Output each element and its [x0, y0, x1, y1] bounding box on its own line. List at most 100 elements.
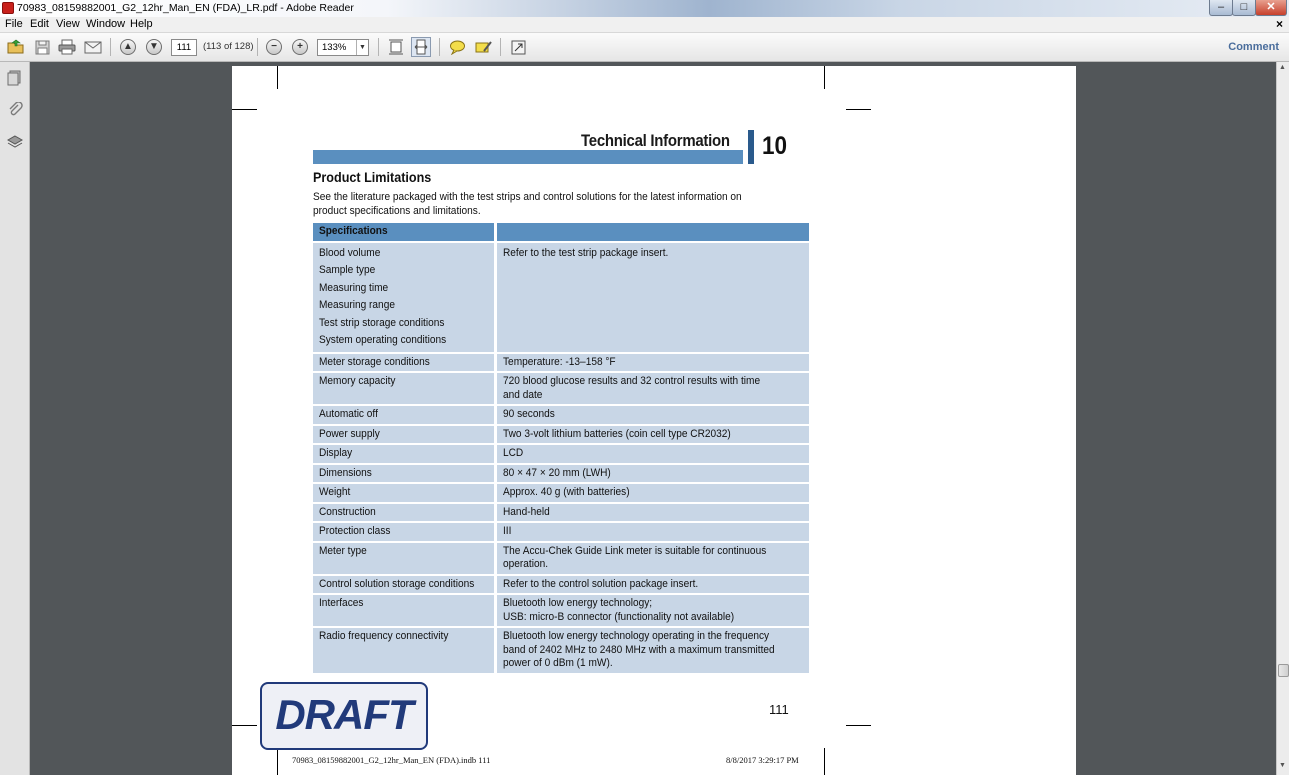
table-row: Construction Hand-held — [313, 503, 809, 521]
toolbar-separator — [500, 38, 501, 56]
printer-icon — [58, 39, 76, 55]
minimize-button[interactable]: – — [1209, 0, 1233, 16]
crop-mark — [824, 66, 825, 89]
email-button[interactable] — [83, 37, 103, 57]
spec-value: 80 × 47 × 20 mm (LWH) — [496, 464, 809, 482]
menu-file[interactable]: File — [5, 18, 23, 30]
table-row: Protection class III — [313, 523, 809, 541]
table-row: Power supply Two 3-volt lithium batterie… — [313, 425, 809, 443]
table-row: Automatic off 90 seconds — [313, 406, 809, 424]
attachments-icon[interactable] — [7, 102, 23, 118]
chevron-down-icon[interactable]: ▼ — [356, 40, 368, 55]
draft-stamp: DRAFT — [260, 682, 428, 750]
spec-label: Interfaces — [313, 595, 497, 626]
spec-value: Hand-held — [496, 503, 809, 521]
open-folder-icon — [7, 39, 24, 54]
speech-bubble-icon — [449, 40, 465, 55]
menu-window[interactable]: Window — [86, 18, 125, 30]
document-close-button[interactable]: × — [1276, 17, 1283, 31]
spec-label: Protection class — [313, 523, 497, 541]
toolbar-separator — [439, 38, 440, 56]
crop-mark — [232, 109, 257, 110]
open-button[interactable] — [6, 37, 26, 57]
arrow-down-icon: ▼ — [146, 39, 162, 55]
layers-icon[interactable] — [7, 134, 23, 150]
page-number: 111 — [769, 702, 789, 717]
table-header-cell: Specifications — [313, 223, 497, 241]
zoom-value: 133% — [322, 42, 347, 53]
spec-label: Meter type — [313, 542, 497, 574]
arrow-up-icon: ▲ — [120, 39, 136, 55]
next-page-button[interactable]: ▼ — [144, 37, 164, 57]
spec-value: Refer to the test strip package insert. — [496, 242, 809, 352]
fit-page-button[interactable] — [386, 37, 406, 57]
zoom-in-button[interactable]: + — [290, 37, 310, 57]
menu-edit[interactable]: Edit — [30, 18, 49, 30]
spec-value: 90 seconds — [496, 406, 809, 424]
menu-bar: File Edit View Window Help × — [0, 17, 1289, 33]
zoom-select[interactable]: 133% ▼ — [317, 39, 369, 56]
maximize-button[interactable]: □ — [1232, 0, 1256, 16]
spec-label: Control solution storage conditions — [313, 575, 497, 593]
plus-icon: + — [292, 39, 308, 55]
page-thumbnails-icon[interactable] — [7, 70, 23, 86]
spec-label: Radio frequency connectivity — [313, 628, 497, 673]
scroll-down-icon[interactable]: ▼ — [1279, 762, 1286, 769]
spec-value: Approx. 40 g (with batteries) — [496, 484, 809, 502]
table-row: Interfaces Bluetooth low energy technolo… — [313, 595, 809, 626]
zoom-out-button[interactable]: − — [264, 37, 284, 57]
envelope-icon — [84, 41, 102, 53]
specifications-table: Specifications Blood volume Sample type … — [313, 221, 809, 675]
navigation-pane — [0, 62, 30, 775]
spec-label: Display — [313, 445, 497, 463]
intro-text: See the literature packaged with the tes… — [313, 191, 742, 217]
section-title: Technical Information — [581, 131, 730, 150]
table-row: Dimensions 80 × 47 × 20 mm (LWH) — [313, 464, 809, 482]
header-band — [313, 150, 743, 164]
spec-value: Bluetooth low energy technology operatin… — [496, 628, 809, 673]
print-button[interactable] — [57, 37, 77, 57]
highlight-button[interactable] — [473, 37, 493, 57]
spec-label: Power supply — [313, 425, 497, 443]
table-row: Blood volume Sample type Measuring time … — [313, 242, 809, 352]
spec-value: The Accu-Chek Guide Link meter is suitab… — [496, 542, 809, 574]
footer-filename: 70983_08159882001_G2_12hr_Man_EN (FDA).i… — [292, 755, 491, 765]
scroll-thumb[interactable] — [1278, 664, 1289, 677]
page-number-input[interactable]: 111 — [171, 39, 197, 56]
spec-label: Memory capacity — [313, 373, 497, 404]
table-row: Meter type The Accu-Chek Guide Link mete… — [313, 542, 809, 574]
comment-pane-button[interactable]: Comment — [1228, 41, 1279, 53]
crop-mark — [277, 66, 278, 89]
add-comment-button[interactable] — [447, 37, 467, 57]
adobe-reader-icon — [2, 2, 14, 14]
crop-mark — [846, 109, 871, 110]
vertical-scrollbar[interactable]: ▲ ▼ — [1276, 62, 1289, 775]
menu-view[interactable]: View — [56, 18, 80, 30]
table-row: Memory capacity 720 blood glucose result… — [313, 373, 809, 404]
scroll-up-icon[interactable]: ▲ — [1279, 64, 1286, 71]
expand-icon — [511, 40, 525, 54]
window-title: 70983_08159882001_G2_12hr_Man_EN (FDA)_L… — [17, 2, 354, 14]
highlighter-icon — [475, 40, 492, 52]
table-row: Meter storage conditions Temperature: -1… — [313, 353, 809, 371]
crop-mark — [824, 748, 825, 775]
spec-value: Two 3-volt lithium batteries (coin cell … — [496, 425, 809, 443]
toolbar-separator — [257, 38, 258, 56]
fit-page-icon — [389, 39, 403, 55]
pdf-page: Technical Information 10 Product Limitat… — [232, 66, 1076, 775]
crop-mark — [846, 725, 871, 726]
previous-page-button[interactable]: ▲ — [118, 37, 138, 57]
fit-width-button[interactable] — [411, 37, 431, 57]
close-button[interactable]: ✕ — [1255, 0, 1287, 16]
minus-icon: − — [266, 39, 282, 55]
spec-value: LCD — [496, 445, 809, 463]
full-screen-button[interactable] — [508, 37, 528, 57]
fit-width-icon — [414, 39, 428, 55]
page-heading: Product Limitations — [313, 169, 432, 185]
spec-label: Dimensions — [313, 464, 497, 482]
spec-value: Bluetooth low energy technology; USB: mi… — [496, 595, 809, 626]
save-icon — [35, 40, 49, 54]
save-button[interactable] — [32, 37, 52, 57]
menu-help[interactable]: Help — [130, 18, 153, 30]
spec-value: III — [496, 523, 809, 541]
